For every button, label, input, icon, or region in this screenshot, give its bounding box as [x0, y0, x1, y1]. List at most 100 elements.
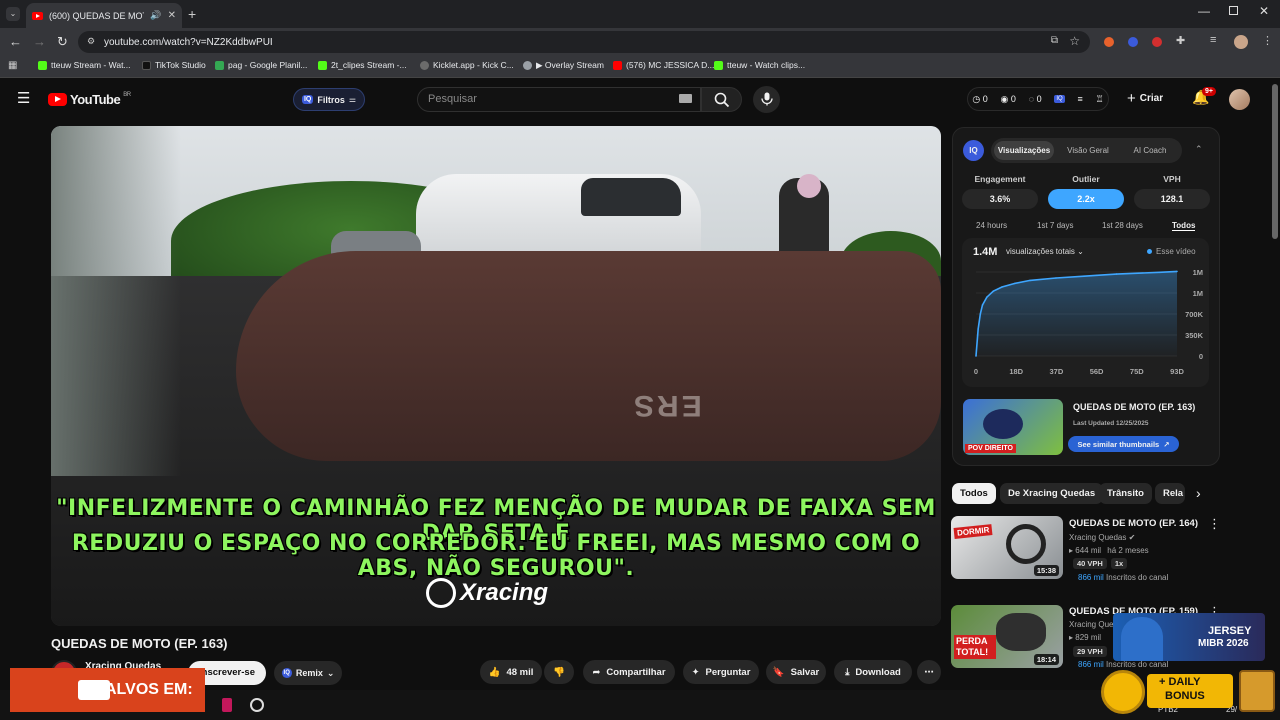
close-tab-icon[interactable]: ✕: [168, 10, 176, 21]
extensions-puzzle-icon[interactable]: ✚: [1176, 34, 1185, 47]
glove-text: ERS: [631, 389, 702, 422]
y-tick-label: 0: [1199, 352, 1203, 361]
collapse-icon[interactable]: ⌃: [1195, 144, 1203, 155]
download-button[interactable]: ⤓ Download: [834, 660, 912, 684]
bookmark-label: 2t_clipes Stream -...: [331, 60, 407, 70]
search-button[interactable]: [701, 87, 742, 112]
extension-icon-3[interactable]: [1152, 37, 1162, 47]
create-label: Criar: [1139, 93, 1164, 104]
reload-icon[interactable]: ↻: [57, 34, 68, 50]
similar-updated: Last Updated 12/25/2025: [1073, 420, 1149, 427]
tab-visualizacoes[interactable]: Visualizações: [994, 141, 1054, 160]
similar-thumbnail[interactable]: POV DIREITO: [963, 399, 1063, 455]
bookmark-item[interactable]: tteuw Stream - Wat...: [38, 60, 131, 70]
minimize-icon[interactable]: —: [1198, 4, 1210, 18]
stat-vph[interactable]: 128.1: [1134, 189, 1210, 209]
range-all[interactable]: Todos: [1172, 221, 1196, 231]
notifications-button[interactable]: 🔔 9+: [1192, 87, 1216, 106]
eye-counter[interactable]: ◉ 0: [1001, 94, 1016, 105]
range-7d[interactable]: 1st 7 days: [1037, 221, 1073, 230]
range-28d[interactable]: 1st 28 days: [1102, 221, 1143, 230]
forward-icon[interactable]: →: [33, 34, 46, 49]
extension-icon-1[interactable]: [1104, 37, 1114, 47]
share-button[interactable]: ➦ Compartilhar: [583, 660, 675, 684]
url-text: youtube.com/watch?v=NZ2KddbwPUI: [104, 36, 273, 48]
voice-search-button[interactable]: [753, 86, 780, 113]
browser-tab-bar: ⌄ (600) QUEDAS DE MOTO (E... 🔊 ✕ + — ✕: [0, 0, 1280, 28]
back-icon[interactable]: ←: [9, 34, 22, 49]
similar-title: QUEDAS DE MOTO (EP. 163): [1073, 402, 1196, 412]
iq-icon[interactable]: IQ: [1054, 95, 1065, 103]
youtube-favicon-icon: [32, 11, 43, 20]
rec-title[interactable]: QUEDAS DE MOTO (EP. 164): [1069, 518, 1198, 529]
install-app-icon[interactable]: ⧉: [1051, 35, 1058, 46]
save-button[interactable]: 🔖 Salvar: [766, 660, 826, 684]
thumb-wheel: [1006, 524, 1046, 564]
bookmark-item[interactable]: pag - Google Planil...: [215, 60, 307, 70]
url-field[interactable]: ⚙ youtube.com/watch?v=NZ2KddbwPUI ⧉ ☆: [78, 31, 1090, 53]
close-window-icon[interactable]: ✕: [1259, 4, 1269, 18]
bookmark-item[interactable]: tteuw - Watch clips...: [714, 60, 805, 70]
list-icon[interactable]: ≡: [1077, 94, 1082, 104]
metric-select[interactable]: visualizações totais ⌄: [1006, 247, 1084, 256]
bookmark-item[interactable]: (576) MC JESSICA D...: [613, 60, 714, 70]
sheets-icon: [215, 60, 224, 70]
range-24h[interactable]: 24 hours: [976, 221, 1007, 230]
reading-list-icon[interactable]: ≡: [1210, 34, 1216, 46]
chevron-right-icon[interactable]: ›: [1196, 485, 1201, 501]
site-info-icon[interactable]: ⚙: [87, 36, 95, 47]
tab-list-button[interactable]: ⌄: [6, 7, 20, 21]
search-input[interactable]: Pesquisar: [417, 87, 701, 112]
taskbar-app-icon[interactable]: [250, 698, 264, 712]
taskbar-app-icon[interactable]: [222, 698, 232, 712]
chip-transito[interactable]: Trânsito: [1099, 483, 1152, 504]
keyboard-icon[interactable]: [679, 94, 692, 103]
tab-visao-geral[interactable]: Visão Geral: [1058, 141, 1118, 160]
audio-icon[interactable]: 🔊: [150, 10, 161, 21]
video-frame-rider-helmet: [797, 174, 821, 198]
chart-point: [1014, 282, 1016, 285]
bookmark-star-icon[interactable]: ☆: [1069, 34, 1080, 48]
browser-menu-icon[interactable]: ⋮: [1262, 34, 1273, 47]
rec-more-icon[interactable]: ⋮: [1208, 516, 1221, 532]
rec-thumbnail[interactable]: PERDA TOTAL! 18:14: [951, 605, 1063, 668]
bookmark-item[interactable]: TikTok Studio: [142, 60, 206, 70]
dislike-button[interactable]: 👎: [544, 660, 574, 684]
clock-counter[interactable]: ◷ 0: [972, 94, 987, 105]
comment-counter[interactable]: ◌ 0: [1029, 94, 1042, 104]
ask-button[interactable]: ✦ Perguntar: [683, 660, 759, 684]
stat-outlier[interactable]: 2.2x: [1048, 189, 1124, 209]
create-button[interactable]: + Criar: [1127, 90, 1163, 107]
rec-channel[interactable]: Xracing Quedas ✔: [1069, 533, 1135, 542]
bookmark-icon: 🔖: [772, 666, 785, 678]
stat-engagement[interactable]: 3.6%: [962, 189, 1038, 209]
see-similar-thumbnails-button[interactable]: See similar thumbnails ↗: [1068, 436, 1179, 452]
watermark-text: Xracing: [460, 579, 549, 606]
video-player[interactable]: ERS "INFELIZMENTE O CAMINHÃO FEZ MENÇÃO …: [51, 126, 941, 626]
youtube-logo[interactable]: YouTube BR: [48, 92, 131, 107]
bookmark-item[interactable]: Kicklet.app - Kick C...: [420, 60, 514, 70]
chip-xracing[interactable]: De Xracing Quedas: [1000, 483, 1104, 504]
bookmark-item[interactable]: 2t_clipes Stream -...: [318, 60, 407, 70]
like-button[interactable]: 👍 48 mil: [480, 660, 542, 684]
chip-todos[interactable]: Todos: [952, 483, 996, 504]
extension-icon-2[interactable]: [1128, 37, 1138, 47]
page-scrollbar[interactable]: [1272, 84, 1278, 239]
filters-button[interactable]: IQ Filtros ⚌: [293, 88, 365, 111]
tab-ai-coach[interactable]: AI Coach: [1122, 141, 1178, 160]
apps-grid-icon[interactable]: ▦: [8, 60, 17, 71]
account-avatar[interactable]: [1229, 89, 1250, 110]
remix-button[interactable]: IQ Remix ⌄: [274, 661, 342, 685]
xracing-watermark: Xracing: [426, 578, 548, 608]
profile-avatar[interactable]: [1234, 35, 1248, 49]
browser-tab-active[interactable]: (600) QUEDAS DE MOTO (E... 🔊 ✕: [26, 3, 182, 28]
hamburger-menu-icon[interactable]: ☰: [17, 89, 30, 107]
rec-thumbnail[interactable]: DORMIR 15:38: [951, 516, 1063, 579]
new-tab-button[interactable]: +: [188, 6, 196, 22]
trophy-icon[interactable]: ♖: [1096, 94, 1104, 105]
daily-bonus-overlay: + DAILY BONUS: [1099, 668, 1277, 716]
bookmark-item[interactable]: ▶ Overlay Stream: [523, 60, 604, 71]
more-actions-button[interactable]: ⋯: [917, 660, 941, 684]
chip-related[interactable]: Rela: [1155, 483, 1185, 504]
restore-icon[interactable]: [1229, 6, 1238, 15]
